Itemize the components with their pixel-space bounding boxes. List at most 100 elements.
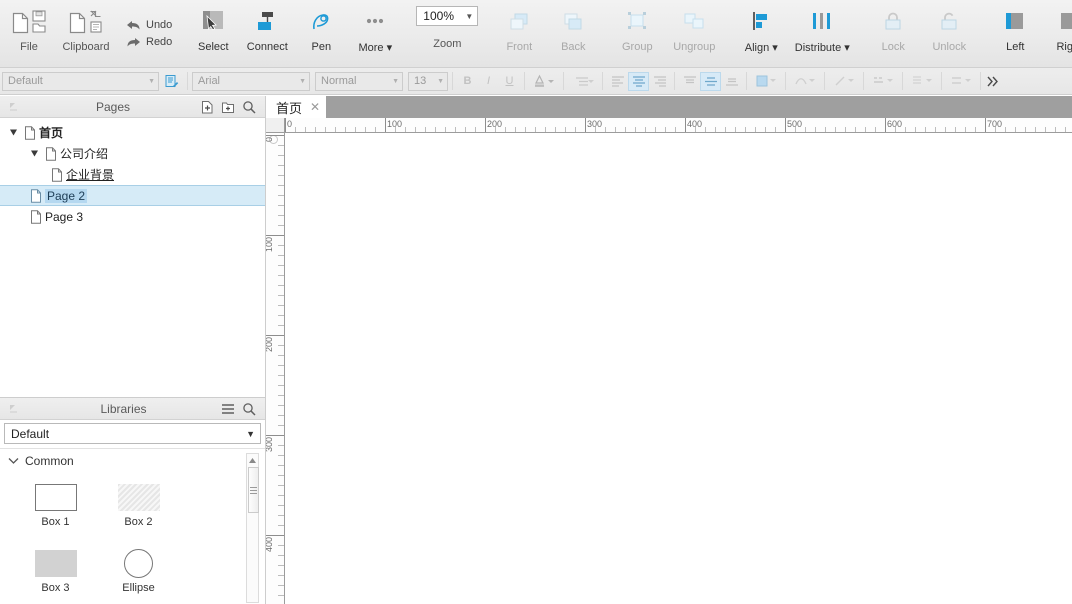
- redo-arrow-icon: [127, 37, 140, 46]
- border-width-icon: [835, 76, 854, 86]
- select-tool-button[interactable]: Select: [186, 0, 240, 67]
- library-item-ellipse[interactable]: Ellipse: [97, 544, 180, 604]
- tree-row-page-3[interactable]: Page 3: [0, 206, 265, 227]
- ruler-tick-label: 300: [587, 119, 603, 129]
- page-canvas[interactable]: [285, 133, 1072, 604]
- more-tools-button[interactable]: More ▾: [348, 0, 402, 67]
- ruler-tick-label: 0: [266, 137, 274, 143]
- scrollbar-thumb[interactable]: [248, 467, 259, 513]
- tree-row-company-intro[interactable]: 公司介绍: [0, 143, 265, 164]
- document-tab-home[interactable]: 首页 ✕: [266, 96, 327, 118]
- font-size-select[interactable]: 13 ▼: [408, 71, 448, 91]
- align-top-button[interactable]: [679, 72, 700, 91]
- italic-button[interactable]: I: [478, 72, 499, 91]
- align-text-right-icon: [653, 76, 666, 87]
- collapse-panel-icon[interactable]: [0, 101, 26, 112]
- ungroup-button[interactable]: Ungroup: [664, 0, 724, 67]
- library-select[interactable]: Default ▼: [4, 423, 261, 444]
- close-icon[interactable]: ✕: [310, 100, 320, 114]
- divider: [902, 72, 903, 90]
- send-back-label: Back: [561, 41, 586, 53]
- expand-collapse-triangle-icon[interactable]: [6, 128, 21, 137]
- toolbar-overflow-button[interactable]: [985, 72, 999, 91]
- undo-arrow-icon: [127, 20, 140, 29]
- zoom-select[interactable]: 100% ▼: [416, 6, 479, 26]
- add-folder-icon[interactable]: [221, 100, 235, 114]
- group-button[interactable]: Group: [610, 0, 664, 67]
- bring-front-button[interactable]: Front: [492, 0, 546, 67]
- ruler-minor-tick: [278, 285, 284, 286]
- align-left-edge-button[interactable]: Left: [988, 0, 1042, 67]
- redo-button[interactable]: Redo: [126, 36, 172, 49]
- tree-row-label: 公司介绍: [60, 147, 109, 161]
- library-group-common[interactable]: Common: [0, 449, 265, 468]
- ruler-minor-tick: [278, 155, 284, 156]
- line-arrow-button[interactable]: [907, 72, 937, 91]
- file-button[interactable]: File: [2, 0, 56, 67]
- add-page-icon[interactable]: [200, 100, 214, 114]
- font-family-select[interactable]: Arial ▼: [192, 71, 310, 91]
- ruler-minor-tick: [278, 505, 284, 506]
- line-pattern-button[interactable]: [868, 72, 898, 91]
- unlock-button[interactable]: Unlock: [920, 0, 978, 67]
- divider: [452, 72, 453, 90]
- line-style-icon: [795, 78, 815, 85]
- ruler-minor-tick: [278, 255, 284, 256]
- undo-button[interactable]: Undo: [126, 19, 172, 32]
- line-pattern-icon: [874, 77, 893, 83]
- connector-style-button[interactable]: [946, 72, 976, 91]
- page-icon: [21, 125, 39, 140]
- ruler-minor-tick: [278, 525, 284, 526]
- border-width-button[interactable]: [829, 72, 859, 91]
- underline-button[interactable]: U: [499, 72, 520, 91]
- page-rename-input[interactable]: Page 2: [45, 188, 88, 203]
- tree-row-home[interactable]: 首页: [0, 122, 265, 143]
- align-text-center-button[interactable]: [628, 71, 649, 91]
- font-weight-select[interactable]: Normal ▼: [315, 71, 403, 91]
- text-indent-button[interactable]: [568, 72, 598, 91]
- zoom-value: 100%: [423, 9, 454, 23]
- connect-tool-button[interactable]: Connect: [240, 0, 294, 67]
- ribbon-group-grouping: Group Ungroup: [608, 0, 726, 67]
- style-select[interactable]: Default ▼: [2, 71, 159, 91]
- ribbon-group-locking: Lock Unlock: [864, 0, 980, 67]
- distribute-button[interactable]: Distribute ▾: [788, 0, 856, 67]
- ruler-minor-tick: [278, 415, 284, 416]
- tree-row-company-background[interactable]: 企业背景: [0, 164, 265, 185]
- align-label: Align ▾: [744, 42, 778, 54]
- box-outline-shape: [34, 478, 77, 516]
- align-middle-button[interactable]: [700, 71, 721, 91]
- connector-style-icon: [952, 77, 971, 84]
- fill-color-button[interactable]: [751, 72, 781, 91]
- search-icon[interactable]: [242, 100, 256, 114]
- library-group-label: Common: [25, 454, 74, 468]
- align-right-edge-button[interactable]: Right: [1042, 0, 1072, 67]
- library-item-box-2[interactable]: Box 2: [97, 478, 180, 544]
- search-icon[interactable]: [242, 402, 256, 416]
- scroll-up-arrow-icon[interactable]: [247, 454, 258, 466]
- align-text-right-button[interactable]: [649, 72, 670, 91]
- menu-icon[interactable]: [221, 403, 235, 415]
- pen-tool-button[interactable]: Pen: [294, 0, 348, 67]
- align-bottom-button[interactable]: [721, 72, 742, 91]
- align-button[interactable]: Align ▾: [734, 0, 788, 67]
- box-filled-shape: [34, 544, 77, 582]
- library-items-grid: Box 1 Box 2 Box 3 Ellipse: [0, 468, 244, 604]
- bold-button[interactable]: B: [457, 72, 478, 91]
- libraries-scrollbar[interactable]: [246, 453, 259, 603]
- collapse-panel-icon[interactable]: [0, 403, 26, 414]
- zoom-group-label: Zoom: [433, 38, 462, 50]
- library-item-box-3[interactable]: Box 3: [14, 544, 97, 604]
- tree-row-page-2[interactable]: Page 2: [0, 185, 265, 206]
- align-text-left-button[interactable]: [607, 72, 628, 91]
- edit-style-button[interactable]: [159, 74, 183, 89]
- font-color-button[interactable]: [529, 72, 559, 91]
- ruler-minor-tick: [278, 295, 284, 296]
- library-item-box-1[interactable]: Box 1: [14, 478, 97, 544]
- expand-collapse-triangle-icon[interactable]: [27, 149, 42, 158]
- lock-button[interactable]: Lock: [866, 0, 920, 67]
- clipboard-button[interactable]: Clipboard: [56, 0, 116, 67]
- send-back-button[interactable]: Back: [546, 0, 600, 67]
- line-style-button[interactable]: [790, 72, 820, 91]
- group-label: Group: [622, 41, 653, 53]
